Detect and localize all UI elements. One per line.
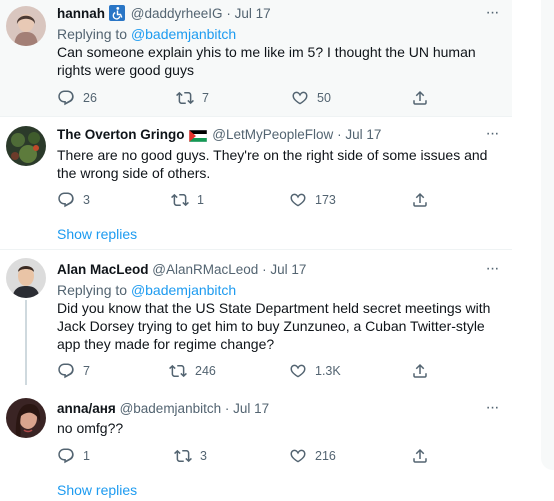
like-count: 173	[315, 193, 336, 207]
retweet-icon	[174, 447, 192, 465]
mention-link[interactable]: @bademjanbitch	[131, 26, 236, 42]
tweet-header: anna/аня @bademjanbitch · Jul 17	[57, 401, 270, 416]
display-name[interactable]: The Overton Gringo	[57, 127, 185, 142]
tweet[interactable]: anna/аня @bademjanbitch · Jul 17 ··· no …	[0, 385, 512, 501]
share-icon	[411, 447, 429, 465]
share-icon	[411, 362, 429, 380]
tweet-actions: 7 246 1.3K	[57, 361, 477, 381]
reply-count: 26	[83, 91, 97, 105]
retweet-count: 1	[197, 193, 204, 207]
show-replies-link[interactable]: Show replies	[57, 225, 137, 243]
replying-to: Replying to @bademjanbitch	[57, 26, 237, 42]
reply-icon	[57, 362, 75, 380]
tweet-text: Did you know that the US State Departmen…	[57, 300, 491, 352]
tweet-header: hannah @daddyrheeIG · Jul 17	[57, 4, 271, 24]
like-count: 216	[315, 449, 336, 463]
show-replies-link[interactable]: Show replies	[57, 481, 137, 499]
replying-to: Replying to @bademjanbitch	[57, 282, 237, 298]
user-handle[interactable]: @daddyrheeIG	[131, 6, 223, 21]
tweet-header: The Overton Gringo @LetMyPeopleFlow · Ju…	[57, 125, 381, 145]
more-icon[interactable]: ···	[484, 126, 500, 147]
thread-line	[25, 300, 27, 385]
mention-link[interactable]: @bademjanbitch	[131, 282, 236, 298]
avatar[interactable]	[6, 398, 46, 438]
side-panel	[541, 0, 554, 470]
share-icon	[411, 89, 429, 107]
retweet-icon	[176, 89, 194, 107]
display-name[interactable]: hannah	[57, 6, 105, 21]
share-icon	[411, 191, 429, 209]
more-icon[interactable]: ···	[484, 5, 500, 26]
display-name[interactable]: anna/аня	[57, 401, 116, 416]
retweet-icon	[171, 191, 189, 209]
more-icon[interactable]: ···	[484, 261, 500, 282]
like-count: 1.3K	[315, 364, 341, 378]
tweet[interactable]: hannah @daddyrheeIG · Jul 17 ··· Replyin…	[0, 0, 512, 116]
avatar[interactable]	[6, 126, 46, 166]
user-handle[interactable]: @LetMyPeopleFlow	[212, 127, 333, 142]
like-icon	[289, 191, 307, 209]
like-icon	[291, 89, 309, 107]
reply-count: 7	[83, 364, 90, 378]
tweet-actions: 3 1 173	[57, 190, 477, 210]
palestine-flag-icon	[188, 128, 207, 148]
accessibility-icon	[109, 5, 126, 27]
user-handle[interactable]: @bademjanbitch	[120, 401, 222, 416]
reply-count: 1	[83, 449, 90, 463]
tweet-date[interactable]: Jul 17	[233, 401, 269, 416]
reply-count: 3	[83, 193, 90, 207]
retweet-icon	[169, 362, 187, 380]
retweet-count: 7	[202, 91, 209, 105]
tweet-actions: 26 7 50	[57, 88, 477, 108]
tweet-text: There are no good guys. They're on the r…	[57, 147, 488, 181]
avatar[interactable]	[6, 258, 46, 298]
tweet-header: Alan MacLeod @AlanRMacLeod · Jul 17	[57, 262, 307, 277]
tweet[interactable]: The Overton Gringo @LetMyPeopleFlow · Ju…	[0, 117, 512, 249]
tweet-date[interactable]: Jul 17	[235, 6, 271, 21]
reply-icon	[57, 191, 75, 209]
avatar[interactable]	[6, 6, 46, 46]
like-icon	[289, 362, 307, 380]
like-icon	[289, 447, 307, 465]
reply-feed: hannah @daddyrheeIG · Jul 17 ··· Replyin…	[0, 0, 512, 501]
tweet-text: Can someone explain yhis to me like im 5…	[57, 44, 476, 78]
reply-icon	[57, 447, 75, 465]
user-handle[interactable]: @AlanRMacLeod	[152, 262, 258, 277]
tweet[interactable]: Alan MacLeod @AlanRMacLeod · Jul 17 ··· …	[0, 250, 512, 385]
retweet-count: 246	[195, 364, 216, 378]
retweet-count: 3	[200, 449, 207, 463]
tweet-date[interactable]: Jul 17	[270, 262, 306, 277]
reply-icon	[57, 89, 75, 107]
display-name[interactable]: Alan MacLeod	[57, 262, 149, 277]
like-count: 50	[317, 91, 331, 105]
tweet-date[interactable]: Jul 17	[345, 127, 381, 142]
tweet-actions: 1 3 216	[57, 446, 477, 466]
tweet-text: no omfg??	[57, 420, 124, 436]
